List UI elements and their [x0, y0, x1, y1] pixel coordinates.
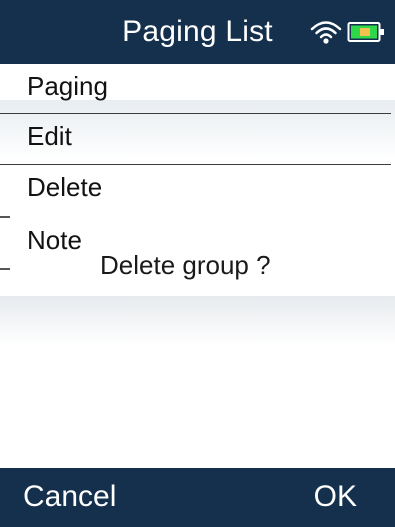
- dialog-message: Delete group ?: [100, 250, 271, 280]
- ok-button[interactable]: OK: [314, 480, 357, 514]
- status-icons: [309, 18, 389, 46]
- menu-item-label: Edit: [27, 121, 72, 151]
- menu-item-label: Delete: [27, 172, 103, 202]
- menu-item-label: Note: [27, 225, 82, 255]
- title-bar: Paging List: [0, 0, 395, 64]
- softkey-bar: Cancel OK: [0, 468, 395, 527]
- cancel-button[interactable]: Cancel: [23, 480, 116, 514]
- divider-mark: [0, 216, 10, 218]
- dialog-shadow: [0, 296, 395, 346]
- menu-item-paging[interactable]: Paging: [0, 64, 395, 114]
- screen: Paging List Paging Edit Delete Note Dele…: [0, 0, 395, 527]
- battery-icon: [347, 22, 384, 42]
- menu-item-delete[interactable]: Delete: [0, 165, 395, 215]
- wifi-icon: [310, 21, 342, 44]
- menu-item-edit[interactable]: Edit: [0, 114, 395, 164]
- divider-mark: [0, 268, 10, 270]
- menu-item-label: Paging: [27, 71, 108, 101]
